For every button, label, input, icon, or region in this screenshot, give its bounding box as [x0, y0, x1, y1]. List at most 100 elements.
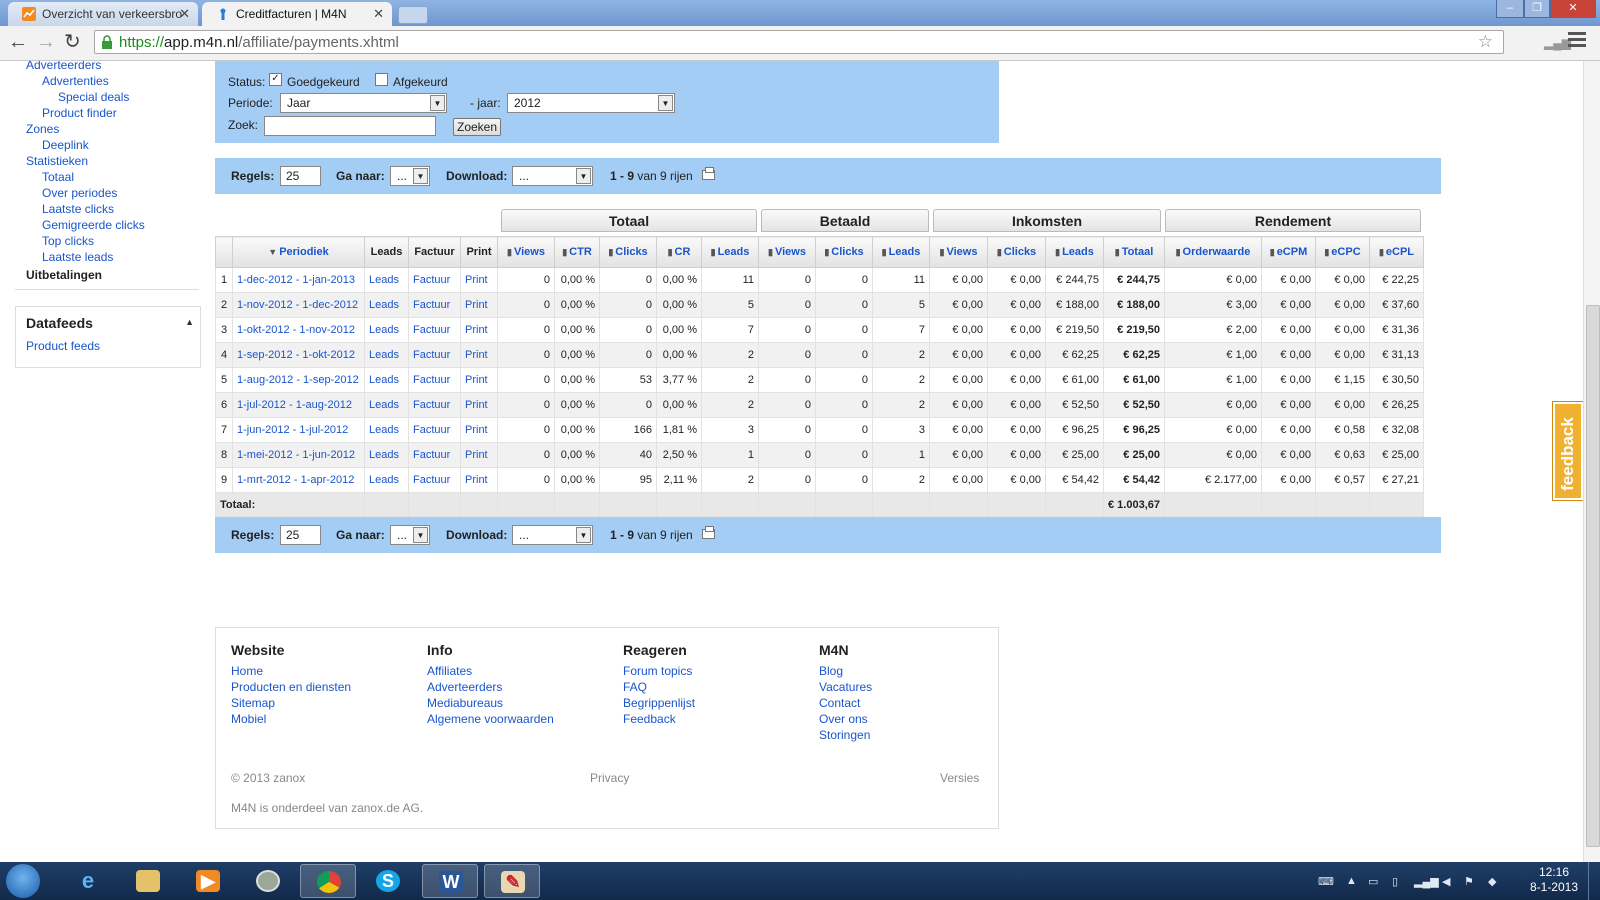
forward-icon[interactable]: → — [36, 31, 56, 53]
sidebar-item-totaal[interactable]: Totaal — [42, 170, 74, 184]
dropbox-icon[interactable]: ◆ — [1488, 875, 1496, 888]
maximize-button[interactable]: ❐ — [1524, 0, 1550, 18]
product-feeds-link[interactable]: Product feeds — [26, 339, 100, 353]
sidebar-item-uitbetalingen[interactable]: Uitbetalingen — [26, 268, 102, 282]
leads-link[interactable]: Leads — [364, 467, 409, 493]
close-tab-icon[interactable]: ✕ — [373, 6, 384, 22]
battery-icon[interactable]: ▭ — [1368, 875, 1378, 888]
year-select[interactable]: 2012 ▼ — [507, 93, 675, 113]
leads-link[interactable]: Leads — [364, 342, 409, 368]
invoice-link[interactable]: Factuur — [408, 392, 461, 418]
word-icon[interactable]: W — [422, 864, 478, 898]
sidebar-item-special-deals[interactable]: Special deals — [58, 90, 129, 104]
print-link[interactable]: Print — [460, 467, 498, 493]
footer-link-vacatures[interactable]: Vacatures — [819, 679, 872, 695]
print-icon[interactable] — [702, 526, 715, 539]
sidebar-item-over-periodes[interactable]: Over periodes — [42, 186, 117, 200]
col-inkomsten-clicks[interactable]: ▮ Clicks — [987, 236, 1046, 268]
tray-expand-icon[interactable]: ▲ — [1346, 875, 1357, 887]
footer-link-voorwaarden[interactable]: Algemene voorwaarden — [427, 711, 554, 727]
footer-link-sitemap[interactable]: Sitemap — [231, 695, 351, 711]
period-link[interactable]: 1-mei-2012 - 1-jun-2012 — [232, 442, 365, 468]
menu-icon[interactable] — [1568, 32, 1586, 52]
media-player-icon[interactable]: ▶ — [180, 864, 236, 898]
leads-link[interactable]: Leads — [364, 392, 409, 418]
rejected-checkbox[interactable] — [375, 73, 388, 86]
footer-link-over-ons[interactable]: Over ons — [819, 711, 872, 727]
footer-link-faq[interactable]: FAQ — [623, 679, 695, 695]
file-explorer-icon[interactable] — [120, 864, 176, 898]
chrome-icon[interactable] — [300, 864, 356, 898]
print-link[interactable]: Print — [460, 417, 498, 443]
footer-link-producten[interactable]: Producten en diensten — [231, 679, 351, 695]
skype-icon[interactable]: S — [360, 864, 416, 898]
sidebar-item-deeplink[interactable]: Deeplink — [42, 138, 89, 152]
col-totaal-clicks[interactable]: ▮ Clicks — [599, 236, 657, 268]
footer-link-storingen[interactable]: Storingen — [819, 727, 872, 743]
versions-link[interactable]: Versies — [940, 771, 979, 785]
footer-link-feedback[interactable]: Feedback — [623, 711, 695, 727]
approved-checkbox[interactable]: ✓ — [269, 73, 282, 86]
reload-icon[interactable]: ↻ — [64, 31, 81, 53]
invoice-link[interactable]: Factuur — [408, 292, 461, 318]
sidebar-item-gemigreerde-clicks[interactable]: Gemigreerde clicks — [42, 218, 145, 232]
sidebar-item-product-finder[interactable]: Product finder — [42, 106, 117, 120]
sidebar-item-laatste-leads[interactable]: Laatste leads — [42, 250, 113, 264]
phone-icon[interactable]: ▯ — [1392, 875, 1398, 888]
download-select[interactable]: ... ▼ — [512, 525, 593, 545]
collapse-caret-icon[interactable]: ▲ — [185, 317, 194, 327]
sidebar-item-adverteerders[interactable]: Adverteerders — [26, 61, 101, 72]
col-totaal-views[interactable]: ▮ Views — [497, 236, 555, 268]
sidebar-item-top-clicks[interactable]: Top clicks — [42, 234, 94, 248]
clock[interactable]: 12:16 8-1-2013 — [1528, 865, 1580, 895]
footer-link-begrippenlijst[interactable]: Begrippenlijst — [623, 695, 695, 711]
scrollbar-thumb[interactable] — [1586, 305, 1600, 847]
vertical-scrollbar[interactable] — [1583, 61, 1600, 862]
col-orderwaarde[interactable]: ▮ Orderwaarde — [1164, 236, 1262, 268]
period-link[interactable]: 1-sep-2012 - 1-okt-2012 — [232, 342, 365, 368]
invoice-link[interactable]: Factuur — [408, 417, 461, 443]
tab-traffic-overview[interactable]: Overzicht van verkeersbro ✕ — [8, 2, 198, 26]
col-totaal-leads[interactable]: ▮ Leads — [701, 236, 759, 268]
col-totaal-ctr[interactable]: ▮ CTR — [554, 236, 600, 268]
footer-link-adverteerders[interactable]: Adverteerders — [427, 679, 554, 695]
close-tab-icon[interactable]: ✕ — [179, 6, 190, 22]
leads-link[interactable]: Leads — [364, 442, 409, 468]
footer-link-mediabureaus[interactable]: Mediabureaus — [427, 695, 554, 711]
period-link[interactable]: 1-okt-2012 - 1-nov-2012 — [232, 317, 365, 343]
feedback-tab[interactable]: feedback — [1553, 402, 1583, 500]
bookmark-star-icon[interactable]: ☆ — [1478, 32, 1493, 52]
period-link[interactable]: 1-dec-2012 - 1-jan-2013 — [232, 267, 365, 293]
period-link[interactable]: 1-jun-2012 - 1-jul-2012 — [232, 417, 365, 443]
minimize-button[interactable]: – — [1496, 0, 1524, 18]
col-ecpl[interactable]: ▮ eCPL — [1369, 236, 1424, 268]
print-link[interactable]: Print — [460, 317, 498, 343]
sidebar-item-zones[interactable]: Zones — [26, 122, 59, 136]
network-icon[interactable]: ▂▄▆ — [1414, 875, 1439, 888]
invoice-link[interactable]: Factuur — [408, 467, 461, 493]
privacy-link[interactable]: Privacy — [590, 771, 629, 785]
goto-select[interactable]: ... ▼ — [390, 166, 430, 186]
print-link[interactable]: Print — [460, 292, 498, 318]
col-inkomsten-leads[interactable]: ▮ Leads — [1045, 236, 1104, 268]
new-tab-button[interactable] — [398, 6, 428, 24]
period-link[interactable]: 1-jul-2012 - 1-aug-2012 — [232, 392, 365, 418]
show-desktop-button[interactable] — [1588, 862, 1600, 900]
address-bar[interactable]: https://app.m4n.nl/affiliate/payments.xh… — [94, 30, 1504, 54]
sidebar-item-advertenties[interactable]: Advertenties — [42, 74, 109, 88]
period-link[interactable]: 1-aug-2012 - 1-sep-2012 — [232, 367, 365, 393]
goto-select[interactable]: ... ▼ — [390, 525, 430, 545]
tab-creditfacturen[interactable]: Creditfacturen | M4N ✕ — [202, 2, 392, 26]
col-inkomsten-totaal[interactable]: ▮ Totaal — [1103, 236, 1165, 268]
rows-input[interactable]: 25 — [280, 525, 321, 545]
search-button[interactable]: Zoeken — [453, 118, 501, 136]
app-circle-icon[interactable] — [240, 864, 296, 898]
back-icon[interactable]: ← — [8, 31, 28, 53]
col-betaald-clicks[interactable]: ▮ Clicks — [815, 236, 873, 268]
close-window-button[interactable]: ✕ — [1550, 0, 1596, 18]
print-link[interactable]: Print — [460, 342, 498, 368]
flag-icon[interactable]: ⚑ — [1464, 875, 1474, 888]
sidebar-item-statistieken[interactable]: Statistieken — [26, 154, 88, 168]
col-periodiek[interactable]: ▼ Periodiek — [232, 236, 365, 268]
col-totaal-cr[interactable]: ▮ CR — [656, 236, 702, 268]
